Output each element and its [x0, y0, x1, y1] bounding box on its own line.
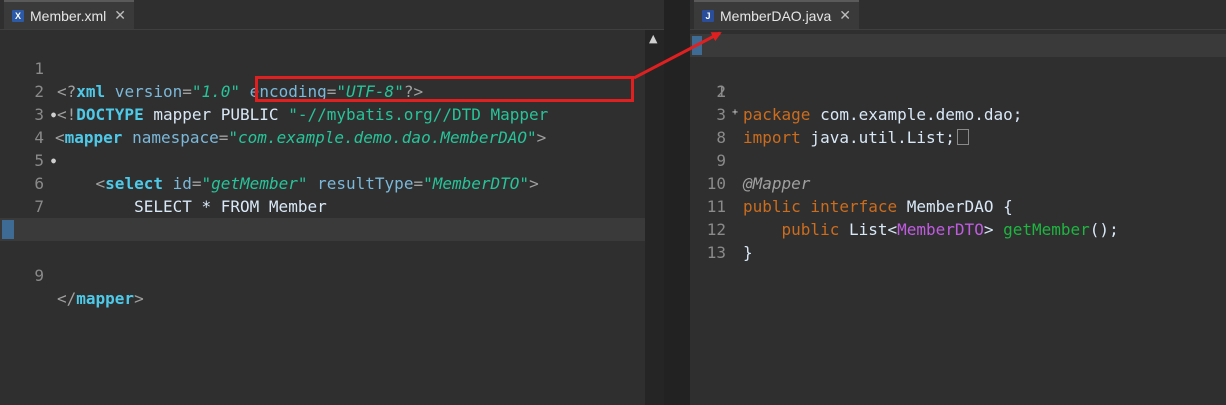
- current-line: 9 </mapper>: [0, 218, 664, 308]
- namespace-highlight-box: [255, 76, 634, 102]
- close-icon[interactable]: ✕: [114, 8, 126, 24]
- right-tab-bar: J MemberDAO.java ✕: [690, 0, 1226, 30]
- tab-member-dao-java[interactable]: J MemberDAO.java ✕: [694, 0, 859, 29]
- code-line: 1 <?xml version="1.0" encoding="UTF-8"?>: [0, 34, 664, 101]
- line-marker: [692, 36, 702, 55]
- code-line: 3 import java.util.List;: [690, 80, 1226, 147]
- code-line: 8: [690, 103, 1226, 147]
- code-line: 9 @Mapper: [690, 126, 1226, 193]
- code-line: 8: [0, 195, 664, 239]
- code-line: 5 <select id="getMember" resultType="Mem…: [0, 126, 664, 193]
- java-file-icon: J: [702, 9, 714, 22]
- code-line: 12 }: [690, 195, 1226, 262]
- line-number: 13: [706, 243, 726, 262]
- tab-member-xml[interactable]: X Member.xml ✕: [4, 0, 134, 29]
- code-line: 10 public interface MemberDAO {: [690, 149, 1226, 216]
- java-code-editor[interactable]: 1 package com.example.demo.dao; 2 3 impo…: [690, 34, 1226, 262]
- left-editor-pane: X Member.xml ✕ 1 <?xml version="1.0" enc…: [0, 0, 664, 405]
- tab-label: Member.xml: [30, 7, 107, 24]
- code-line: 11 public List<MemberDTO> getMember();: [690, 172, 1226, 239]
- code-line: 13: [690, 218, 1226, 262]
- close-icon[interactable]: ✕: [839, 8, 851, 24]
- vertical-scrollbar[interactable]: ▲: [645, 30, 664, 405]
- code-line: 6 SELECT * FROM Member: [0, 149, 664, 216]
- pane-divider[interactable]: [664, 0, 690, 405]
- tab-label: MemberDAO.java: [720, 7, 832, 24]
- code-line: 2: [690, 57, 1226, 101]
- right-editor-pane: J MemberDAO.java ✕ 1 package com.example…: [690, 0, 1226, 405]
- xml-file-icon: X: [12, 9, 24, 22]
- left-tab-bar: X Member.xml ✕: [0, 0, 664, 30]
- xml-code-editor[interactable]: 1 <?xml version="1.0" encoding="UTF-8"?>…: [0, 34, 664, 308]
- scroll-up-icon[interactable]: ▲: [649, 32, 657, 45]
- current-line: 1 package com.example.demo.dao;: [690, 34, 1226, 124]
- code-line: 4: [0, 103, 664, 147]
- line-marker: [2, 220, 14, 239]
- line-number: 9: [34, 266, 44, 285]
- code-line: 7 </select>: [0, 172, 664, 239]
